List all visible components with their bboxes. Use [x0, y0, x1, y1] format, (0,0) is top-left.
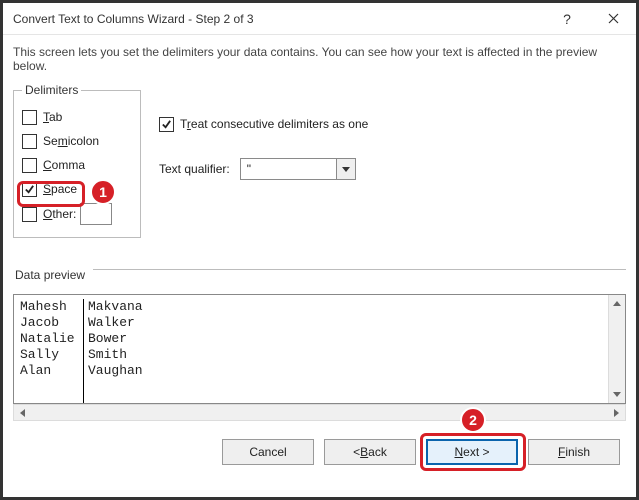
label-other: Other:: [43, 207, 76, 221]
label-treat-consecutive: Treat consecutive delimiters as one: [180, 117, 368, 131]
label-tab: Tab: [43, 110, 62, 124]
label-comma: Comma: [43, 158, 85, 172]
text-qualifier-dropdown-button[interactable]: [336, 158, 356, 180]
back-button[interactable]: < Back: [324, 439, 416, 465]
close-icon: [608, 13, 619, 24]
wizard-description: This screen lets you set the delimiters …: [13, 41, 626, 83]
check-icon: [24, 184, 35, 195]
scroll-down-button[interactable]: [609, 386, 625, 403]
check-icon: [161, 119, 172, 130]
chevron-down-icon: [342, 167, 350, 172]
data-preview: Mahesh Jacob Natalie Sally Alan Makvana …: [13, 294, 626, 404]
checkbox-other[interactable]: [22, 207, 37, 222]
text-qualifier-value[interactable]: ": [240, 158, 336, 180]
preview-column-1: Mahesh Jacob Natalie Sally Alan: [20, 299, 84, 403]
close-button[interactable]: [590, 3, 636, 35]
checkbox-semicolon[interactable]: [22, 134, 37, 149]
chevron-down-icon: [613, 392, 621, 397]
delimiter-other[interactable]: Other:: [22, 201, 132, 227]
delimiter-comma[interactable]: Comma: [22, 153, 132, 177]
scroll-up-button[interactable]: [609, 295, 625, 312]
help-button[interactable]: ?: [544, 3, 590, 35]
scroll-left-button[interactable]: [14, 404, 31, 421]
text-qualifier-label: Text qualifier:: [159, 162, 230, 176]
label-semicolon: Semicolon: [43, 134, 99, 148]
title-bar: Convert Text to Columns Wizard - Step 2 …: [3, 3, 636, 35]
treat-consecutive[interactable]: Treat consecutive delimiters as one: [159, 113, 626, 135]
text-qualifier-combo[interactable]: ": [240, 158, 356, 180]
finish-button[interactable]: Finish: [528, 439, 620, 465]
chevron-up-icon: [613, 301, 621, 306]
delimiter-space[interactable]: Space: [22, 177, 132, 201]
checkbox-comma[interactable]: [22, 158, 37, 173]
data-preview-label: Data preview: [13, 268, 85, 282]
window-title: Convert Text to Columns Wizard - Step 2 …: [13, 12, 544, 26]
delimiter-semicolon[interactable]: Semicolon: [22, 129, 132, 153]
other-delimiter-input[interactable]: [80, 203, 112, 225]
chevron-left-icon: [20, 409, 25, 417]
preview-horizontal-scrollbar[interactable]: [13, 404, 626, 421]
preview-column-2: Makvana Walker Bower Smith Vaughan: [88, 299, 155, 403]
delimiters-legend: Delimiters: [22, 83, 81, 97]
preview-vertical-scrollbar[interactable]: [608, 295, 625, 403]
label-space: Space: [43, 182, 77, 196]
chevron-right-icon: [614, 409, 619, 417]
scroll-right-button[interactable]: [608, 404, 625, 421]
next-button[interactable]: Next >: [426, 439, 518, 465]
delimiter-tab[interactable]: Tab: [22, 105, 132, 129]
checkbox-tab[interactable]: [22, 110, 37, 125]
cancel-button[interactable]: Cancel: [222, 439, 314, 465]
checkbox-treat-consecutive[interactable]: [159, 117, 174, 132]
delimiters-group: Delimiters Tab Semicolon Comma Space: [13, 83, 141, 238]
checkbox-space[interactable]: [22, 182, 37, 197]
